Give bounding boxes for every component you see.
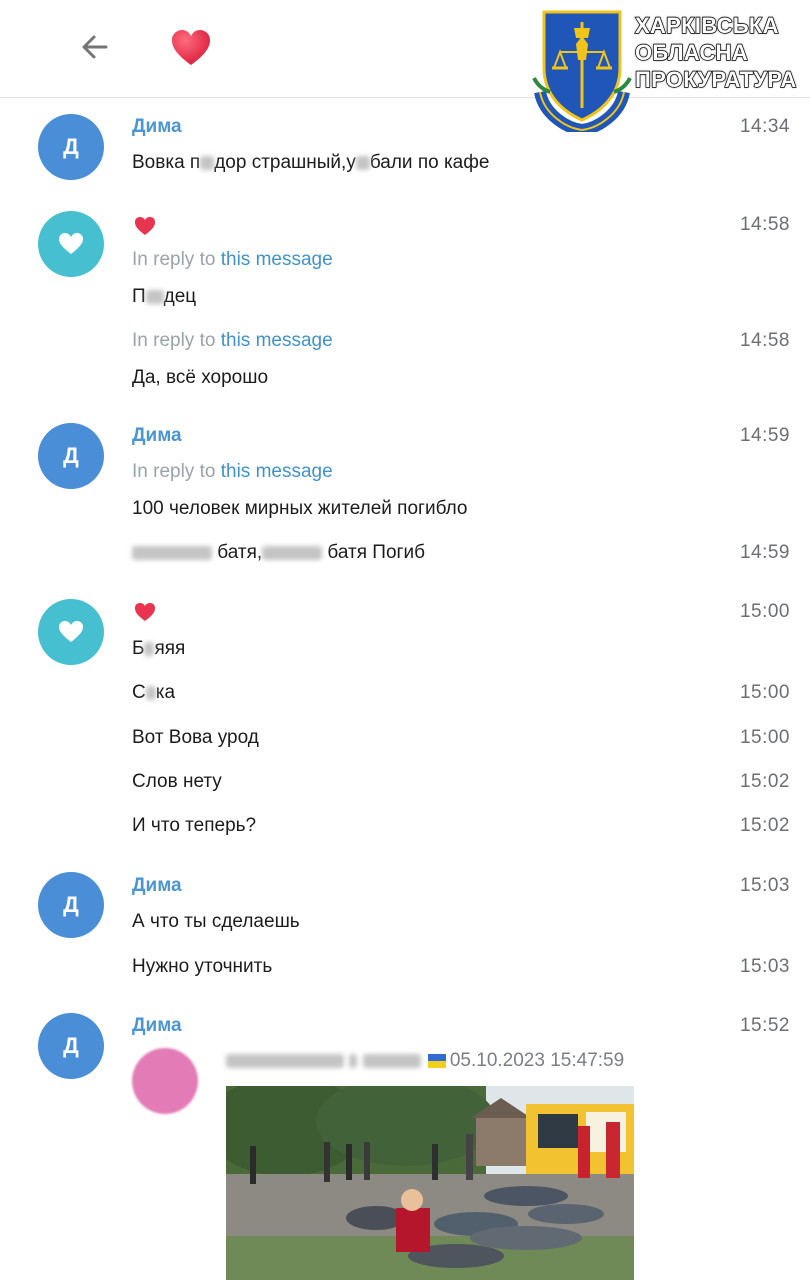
watermark-title: ХАРКІВСЬКА ОБЛАСНА ПРОКУРАТУРА (634, 12, 797, 93)
message-text: Нужно уточнить (132, 956, 273, 977)
censor-blur (200, 155, 215, 170)
watermark-line-3: ПРОКУРАТУРА (634, 66, 797, 92)
forwarded-avatar[interactable] (132, 1048, 198, 1114)
message-text: А что ты сделаешь (132, 911, 300, 932)
forwarded-time: 05.10.2023 15:47:59 (449, 1050, 625, 1071)
censor-blur (362, 1053, 421, 1068)
avatar-letter: Д (63, 1033, 79, 1058)
message-text: 100 человек мирных жителей погибло (132, 498, 468, 519)
reply-link[interactable]: this message (221, 461, 333, 482)
text-part: батя Погиб (322, 542, 425, 563)
censor-blur (355, 155, 370, 170)
heart-icon (172, 30, 210, 65)
censor-blur (145, 289, 164, 304)
heart-icon (59, 233, 83, 254)
reply-indicator: In reply to this message (132, 249, 333, 271)
heart-icon (59, 621, 83, 642)
message-time: 14:58 (739, 214, 790, 235)
text-part: яяя (154, 638, 186, 659)
message-text: Пдец (132, 286, 196, 308)
avatar-letter: Д (63, 134, 79, 159)
prosecutor-emblem-icon (532, 10, 632, 132)
message-time: 14:58 (739, 330, 790, 351)
text-part: П (132, 286, 146, 307)
censor-blur (226, 1053, 344, 1068)
reply-indicator: In reply to this message (132, 330, 333, 352)
sender-name[interactable]: Дима (132, 1015, 182, 1037)
message-text: Да, всё хорошо (132, 367, 269, 388)
forwarded-header: 05.10.2023 15:47:59 (226, 1050, 624, 1072)
photo-scene (226, 1086, 634, 1280)
watermark-line-1: ХАРКІВСЬКА (634, 12, 779, 38)
censor-blur (145, 685, 156, 700)
sender-name[interactable]: Дима (132, 425, 182, 447)
text-part: бали по кафе (369, 152, 490, 173)
avatar[interactable] (38, 211, 104, 277)
avatar[interactable]: Д (38, 1013, 104, 1079)
text-part: Б (132, 638, 145, 659)
reply-prefix: In reply to (132, 461, 221, 482)
message-time: 15:03 (739, 956, 790, 977)
ukraine-flag-icon (427, 1053, 446, 1068)
message-text: Ска (132, 682, 175, 704)
message-text: И что теперь? (132, 815, 257, 836)
reply-link[interactable]: this message (221, 330, 333, 351)
message-time: 14:34 (739, 116, 790, 137)
message-time: 15:00 (739, 727, 790, 748)
avatar[interactable]: Д (38, 114, 104, 180)
text-part: дец (163, 286, 197, 307)
censor-blur (144, 641, 155, 656)
sender-name[interactable]: Дима (132, 116, 182, 138)
message-time: 14:59 (739, 425, 790, 446)
avatar[interactable]: Д (38, 872, 104, 938)
avatar-letter: Д (63, 892, 79, 917)
message-time: 15:00 (739, 682, 790, 703)
forwarded-photo[interactable] (226, 1086, 634, 1280)
avatar[interactable] (38, 599, 104, 665)
message-time: 15:02 (739, 815, 790, 836)
sender-name[interactable]: Дима (132, 875, 182, 897)
message-text: Вот Вова урод (132, 727, 259, 748)
message-text: Вовка п дор страшный,у бали по кафе (132, 152, 489, 174)
reply-link[interactable]: this message (221, 249, 333, 270)
avatar-letter: Д (63, 443, 79, 468)
text-part: Вовка п (132, 152, 201, 173)
avatar[interactable]: Д (38, 423, 104, 489)
watermark-line-2: ОБЛАСНА (634, 39, 748, 65)
censor-blur (262, 545, 323, 560)
message-text: Слов нету (132, 771, 222, 792)
reply-indicator: In reply to this message (132, 461, 333, 483)
message-time: 15:00 (739, 601, 790, 622)
message-time: 14:59 (739, 542, 790, 563)
arrow-left-icon[interactable] (78, 30, 112, 64)
reply-prefix: In reply to (132, 249, 221, 270)
text-part: батя, (212, 542, 263, 563)
censor-blur (349, 1053, 358, 1068)
message-time: 15:02 (739, 771, 790, 792)
message-text: Бяяя (132, 638, 185, 660)
censor-blur (132, 545, 212, 560)
text-part: дор страшный,у (214, 152, 356, 173)
message-text: батя, батя Погиб (132, 542, 425, 564)
message-time: 15:52 (739, 1015, 790, 1036)
sender-heart-icon[interactable] (134, 216, 156, 236)
reply-prefix: In reply to (132, 330, 221, 351)
sender-heart-icon[interactable] (134, 602, 156, 622)
text-part: С (132, 682, 146, 703)
message-time: 15:03 (739, 875, 790, 896)
text-part: ка (155, 682, 176, 703)
